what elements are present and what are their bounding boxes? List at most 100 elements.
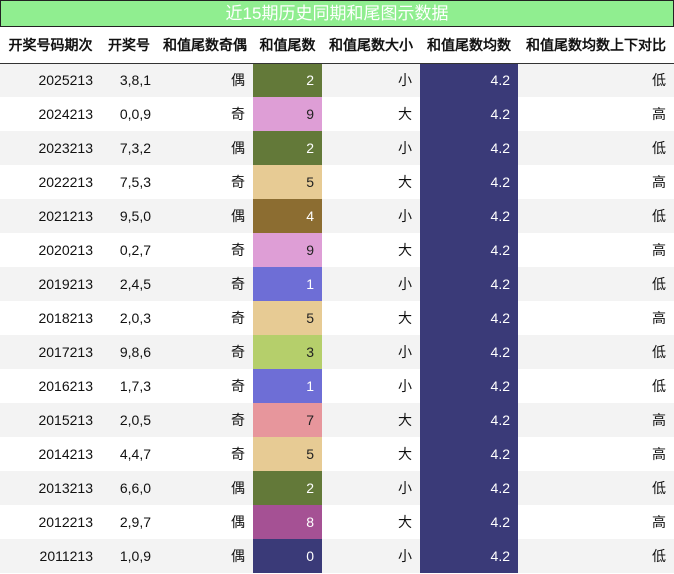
cell-size: 小 <box>322 369 420 403</box>
table-row: 2021213 9,5,0 偶 4 小 4.2 低 <box>0 199 674 233</box>
header-row: 开奖号码期次 开奖号 和值尾数奇偶 和值尾数 和值尾数大小 和值尾数均数 和值尾… <box>0 28 674 64</box>
cell-numbers: 0,0,9 <box>101 97 157 131</box>
cell-size: 大 <box>322 97 420 131</box>
cell-parity: 奇 <box>157 267 253 301</box>
cell-issue: 2025213 <box>0 63 101 97</box>
cell-average: 4.2 <box>420 63 518 97</box>
table-row: 2015213 2,0,5 奇 7 大 4.2 高 <box>0 403 674 437</box>
cell-tail: 2 <box>253 471 322 505</box>
cell-tail: 8 <box>253 505 322 539</box>
cell-comparison: 低 <box>518 267 674 301</box>
cell-parity: 偶 <box>157 471 253 505</box>
cell-size: 小 <box>322 63 420 97</box>
cell-parity: 奇 <box>157 301 253 335</box>
cell-comparison: 高 <box>518 233 674 267</box>
cell-issue: 2019213 <box>0 267 101 301</box>
cell-issue: 2024213 <box>0 97 101 131</box>
cell-comparison: 高 <box>518 165 674 199</box>
cell-average: 4.2 <box>420 369 518 403</box>
cell-issue: 2013213 <box>0 471 101 505</box>
cell-parity: 偶 <box>157 199 253 233</box>
cell-size: 大 <box>322 301 420 335</box>
cell-numbers: 7,5,3 <box>101 165 157 199</box>
cell-issue: 2017213 <box>0 335 101 369</box>
cell-average: 4.2 <box>420 165 518 199</box>
table-body: 2025213 3,8,1 偶 2 小 4.2 低 2024213 0,0,9 奇 9 大 4.2 高 20… <box>0 63 674 573</box>
cell-parity: 奇 <box>157 437 253 471</box>
cell-tail: 5 <box>253 165 322 199</box>
cell-comparison: 低 <box>518 199 674 233</box>
cell-tail: 5 <box>253 437 322 471</box>
cell-comparison: 低 <box>518 369 674 403</box>
cell-numbers: 4,4,7 <box>101 437 157 471</box>
header-comparison: 和值尾数均数上下对比 <box>518 28 674 64</box>
cell-size: 小 <box>322 471 420 505</box>
cell-tail: 3 <box>253 335 322 369</box>
cell-size: 小 <box>322 539 420 573</box>
cell-parity: 偶 <box>157 131 253 165</box>
table-row: 2011213 1,0,9 偶 0 小 4.2 低 <box>0 539 674 573</box>
cell-numbers: 2,4,5 <box>101 267 157 301</box>
cell-tail: 4 <box>253 199 322 233</box>
table-row: 2023213 7,3,2 偶 2 小 4.2 低 <box>0 131 674 165</box>
cell-issue: 2023213 <box>0 131 101 165</box>
table-row: 2024213 0,0,9 奇 9 大 4.2 高 <box>0 97 674 131</box>
cell-numbers: 6,6,0 <box>101 471 157 505</box>
cell-numbers: 1,7,3 <box>101 369 157 403</box>
header-size: 和值尾数大小 <box>322 28 420 64</box>
table-row: 2018213 2,0,3 奇 5 大 4.2 高 <box>0 301 674 335</box>
cell-numbers: 1,0,9 <box>101 539 157 573</box>
cell-size: 大 <box>322 403 420 437</box>
cell-comparison: 低 <box>518 335 674 369</box>
cell-average: 4.2 <box>420 233 518 267</box>
cell-parity: 偶 <box>157 63 253 97</box>
table-row: 2025213 3,8,1 偶 2 小 4.2 低 <box>0 63 674 97</box>
header-numbers: 开奖号 <box>101 28 157 64</box>
cell-issue: 2021213 <box>0 199 101 233</box>
cell-issue: 2011213 <box>0 539 101 573</box>
cell-parity: 偶 <box>157 505 253 539</box>
header-issue: 开奖号码期次 <box>0 28 101 64</box>
cell-numbers: 2,0,5 <box>101 403 157 437</box>
cell-comparison: 高 <box>518 97 674 131</box>
cell-comparison: 低 <box>518 131 674 165</box>
cell-average: 4.2 <box>420 437 518 471</box>
cell-issue: 2022213 <box>0 165 101 199</box>
cell-size: 小 <box>322 199 420 233</box>
cell-numbers: 9,8,6 <box>101 335 157 369</box>
cell-issue: 2018213 <box>0 301 101 335</box>
table-row: 2017213 9,8,6 奇 3 小 4.2 低 <box>0 335 674 369</box>
table-row: 2019213 2,4,5 奇 1 小 4.2 低 <box>0 267 674 301</box>
cell-tail: 1 <box>253 267 322 301</box>
cell-comparison: 低 <box>518 63 674 97</box>
cell-numbers: 0,2,7 <box>101 233 157 267</box>
cell-average: 4.2 <box>420 131 518 165</box>
cell-tail: 5 <box>253 301 322 335</box>
cell-issue: 2016213 <box>0 369 101 403</box>
cell-issue: 2020213 <box>0 233 101 267</box>
cell-issue: 2015213 <box>0 403 101 437</box>
cell-parity: 奇 <box>157 335 253 369</box>
cell-parity: 奇 <box>157 403 253 437</box>
cell-parity: 奇 <box>157 165 253 199</box>
cell-average: 4.2 <box>420 335 518 369</box>
cell-numbers: 3,8,1 <box>101 63 157 97</box>
cell-comparison: 高 <box>518 301 674 335</box>
cell-average: 4.2 <box>420 267 518 301</box>
cell-tail: 2 <box>253 131 322 165</box>
cell-parity: 奇 <box>157 233 253 267</box>
cell-numbers: 7,3,2 <box>101 131 157 165</box>
table-row: 2022213 7,5,3 奇 5 大 4.2 高 <box>0 165 674 199</box>
cell-size: 大 <box>322 505 420 539</box>
cell-size: 大 <box>322 437 420 471</box>
cell-size: 大 <box>322 233 420 267</box>
table-row: 2012213 2,9,7 偶 8 大 4.2 高 <box>0 505 674 539</box>
cell-average: 4.2 <box>420 505 518 539</box>
cell-size: 小 <box>322 335 420 369</box>
header-average: 和值尾数均数 <box>420 28 518 64</box>
cell-comparison: 低 <box>518 471 674 505</box>
table-row: 2020213 0,2,7 奇 9 大 4.2 高 <box>0 233 674 267</box>
cell-tail: 9 <box>253 97 322 131</box>
cell-tail: 9 <box>253 233 322 267</box>
cell-comparison: 高 <box>518 437 674 471</box>
